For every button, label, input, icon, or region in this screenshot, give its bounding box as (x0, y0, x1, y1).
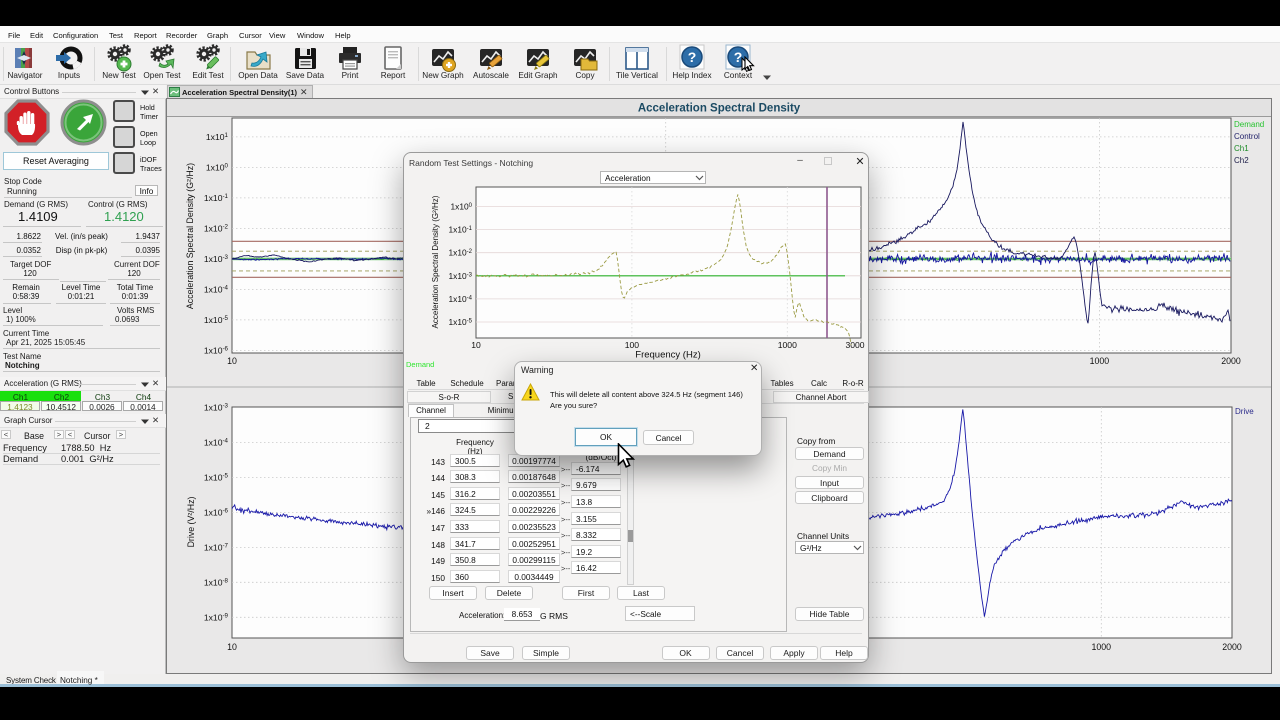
svg-text:1000: 1000 (778, 340, 797, 350)
svg-text:10: 10 (471, 340, 481, 350)
svg-text:1000: 1000 (1092, 642, 1112, 652)
svg-text:1x10-1: 1x10-1 (448, 225, 472, 235)
svg-text:Drive (V²/Hz): Drive (V²/Hz) (186, 497, 196, 548)
svg-text:Frequency (Hz): Frequency (Hz) (635, 350, 700, 361)
svg-text:10: 10 (227, 356, 237, 366)
svg-text:1x10-3: 1x10-3 (448, 271, 472, 281)
svg-text:Control: Control (1234, 132, 1260, 141)
svg-text:1000: 1000 (1090, 356, 1110, 366)
svg-text:Demand: Demand (1234, 120, 1264, 129)
svg-text:?: ? (734, 49, 743, 65)
svg-text:10: 10 (227, 642, 237, 652)
svg-text:?: ? (688, 49, 697, 65)
svg-text:Ch2: Ch2 (1234, 156, 1249, 165)
svg-text:Acceleration Spectral Density: Acceleration Spectral Density (638, 103, 801, 115)
svg-text:2000: 2000 (1221, 356, 1241, 366)
svg-text:100: 100 (625, 340, 640, 350)
svg-text:1x10-4: 1x10-4 (448, 294, 472, 304)
svg-text:Drive: Drive (1235, 407, 1254, 416)
svg-text:3000: 3000 (845, 340, 864, 350)
svg-text:Ch1: Ch1 (1234, 144, 1249, 153)
svg-text:1x10-5: 1x10-5 (448, 317, 472, 327)
svg-text:2000: 2000 (1222, 642, 1242, 652)
svg-text:1x100: 1x100 (450, 202, 472, 212)
svg-text:Acceleration Spectral Density: Acceleration Spectral Density (G²/Hz) (431, 195, 440, 328)
svg-text:1x10-2: 1x10-2 (448, 248, 472, 258)
svg-text:Acceleration Spectral Density: Acceleration Spectral Density (G²/Hz) (185, 163, 195, 309)
